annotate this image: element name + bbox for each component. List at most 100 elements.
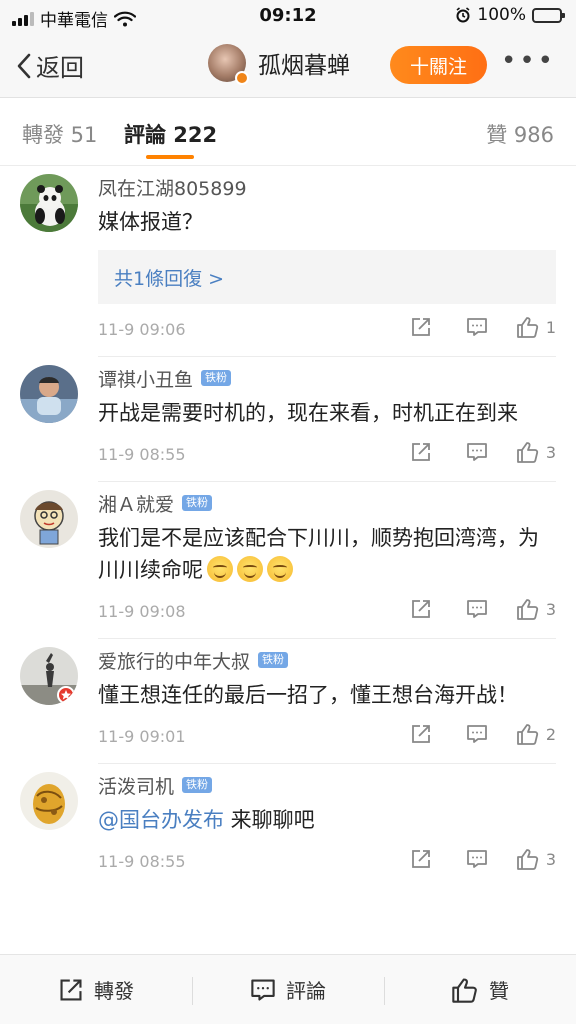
comment-item: 凤在江湖805899 媒体报道？ 共1條回復 > 11-9 09:06 1 [0,166,576,357]
avatar[interactable] [20,365,78,423]
comment-time: 11-9 09:08 [98,602,186,621]
comment-button[interactable] [466,316,488,338]
like-count: 3 [545,442,556,462]
status-right: 100% [455,5,565,25]
like-button[interactable]: 3 [516,598,556,620]
comment-text: 我们是不是应该配合下川川，顺势抱回湾湾，为川川续命呢 [98,526,539,582]
thumbs-up-icon [516,724,538,745]
comment-item: 爱旅行的中年大叔 铁粉 懂王想连任的最后一招了，懂王想台海开战！ 11-9 09… [0,639,576,764]
fan-badge: 铁粉 [182,495,213,511]
view-replies-link[interactable]: 共1條回復 > [98,250,556,304]
bottom-toolbar: 轉發 評論 贊 [0,954,576,1024]
comment-item: 活泼司机 铁粉 @国台办发布 来聊聊吧 11-9 08:55 3 [0,764,576,888]
thumbs-up-icon [516,317,538,338]
comment-text: 媒体报道？ [98,210,203,234]
username[interactable]: 孤烟暮蝉 [258,46,350,80]
share-icon [412,318,430,336]
comment-button[interactable] [466,723,488,745]
comment-label: 評論 [286,979,326,1003]
thumbs-up-icon [516,849,538,870]
comment-item: 湘Ａ就爱 铁粉 我们是不是应该配合下川川，顺势抱回湾湾，为川川续命呢 11-9 … [0,482,576,639]
active-tab-indicator [146,155,194,159]
share-button[interactable] [410,316,432,338]
like-button[interactable]: 2 [516,723,556,745]
like-post-button[interactable]: 贊 [384,955,576,1024]
comment-icon [467,600,487,618]
share-button[interactable] [410,848,432,870]
fan-badge: 铁粉 [201,370,232,386]
grin-emoji-icon [237,556,263,582]
comment-time: 11-9 09:06 [98,320,186,339]
like-label: 贊 [489,979,509,1003]
like-button[interactable]: 3 [516,848,556,870]
share-button[interactable] [410,441,432,463]
comment-time: 11-9 08:55 [98,445,186,464]
comment-icon [467,850,487,868]
share-icon [60,978,82,1001]
fan-badge: 铁粉 [258,652,289,668]
write-comment-button[interactable]: 評論 [192,955,384,1024]
comment-time: 11-9 09:01 [98,727,186,746]
tab-likes[interactable]: 贊 986 [486,119,554,149]
comment-text: 懂王想连任的最后一招了，懂王想台海开战！ [98,683,518,707]
thumbs-up-icon [516,442,538,463]
chevron-left-icon [17,53,31,78]
comment-icon [251,978,275,1001]
grin-emoji-icon [267,556,293,582]
thumbs-up-icon [452,977,477,1003]
fan-badge: 铁粉 [182,777,213,793]
avatar[interactable] [20,490,78,548]
comment-button[interactable] [466,441,488,463]
comment-button[interactable] [466,598,488,620]
share-icon [412,600,430,618]
more-icon[interactable]: ••• [501,48,556,74]
comment-text: @国台办发布 来聊聊吧 [98,808,315,832]
share-icon [412,725,430,743]
like-count: 3 [545,599,556,619]
tab-comments[interactable]: 評論 222 [124,119,217,149]
mention-link[interactable]: @国台办发布 [98,808,224,832]
comment-author[interactable]: 活泼司机 [98,772,174,799]
share-button[interactable] [410,723,432,745]
comment-time: 11-9 08:55 [98,852,186,871]
avatar[interactable] [208,44,249,85]
follow-button[interactable]: 十關注 [390,46,487,84]
tabs-bar: 轉發 51 評論 222 贊 986 [0,98,576,166]
verified-badge-icon [235,71,249,85]
thumbs-up-icon [516,599,538,620]
share-icon [412,443,430,461]
comment-text: 开战是需要时机的，现在来看，时机正在到来 [98,401,518,425]
avatar[interactable] [20,772,78,830]
alarm-icon [456,7,470,23]
avatar[interactable] [20,174,78,232]
status-bar: 中華電信 09:12 100% [0,0,576,32]
comment-list: 凤在江湖805899 媒体报道？ 共1條回復 > 11-9 09:06 1 谭祺… [0,166,576,954]
comment-icon [467,443,487,461]
repost-label: 轉發 [94,979,134,1003]
share-icon [412,850,430,868]
nav-bar: 返回 孤烟暮蝉 十關注 ••• [0,32,576,98]
back-label: 返回 [36,54,84,82]
comment-author[interactable]: 爱旅行的中年大叔 [98,647,250,674]
comment-author[interactable]: 凤在江湖805899 [98,174,247,201]
comment-author[interactable]: 谭祺小丑鱼 [98,365,193,392]
share-button[interactable] [410,598,432,620]
repost-button[interactable]: 轉發 [0,955,192,1024]
tab-reposts[interactable]: 轉發 51 [22,119,97,149]
comment-icon [467,725,487,743]
like-button[interactable]: 1 [516,316,556,338]
like-count: 3 [545,849,556,869]
comment-item: 谭祺小丑鱼 铁粉 开战是需要时机的，现在来看，时机正在到来 11-9 08:55… [0,357,576,482]
nav-profile[interactable]: 孤烟暮蝉 [208,44,350,85]
comment-icon [467,318,487,336]
battery-percent: 100% [477,5,526,25]
grin-emoji-icon [207,556,233,582]
battery-icon [532,7,565,23]
back-button[interactable]: 返回 [16,48,84,83]
like-count: 1 [545,317,556,337]
comment-author[interactable]: 湘Ａ就爱 [98,490,174,517]
like-count: 2 [545,724,556,744]
avatar[interactable] [20,647,78,705]
comment-button[interactable] [466,848,488,870]
like-button[interactable]: 3 [516,441,556,463]
